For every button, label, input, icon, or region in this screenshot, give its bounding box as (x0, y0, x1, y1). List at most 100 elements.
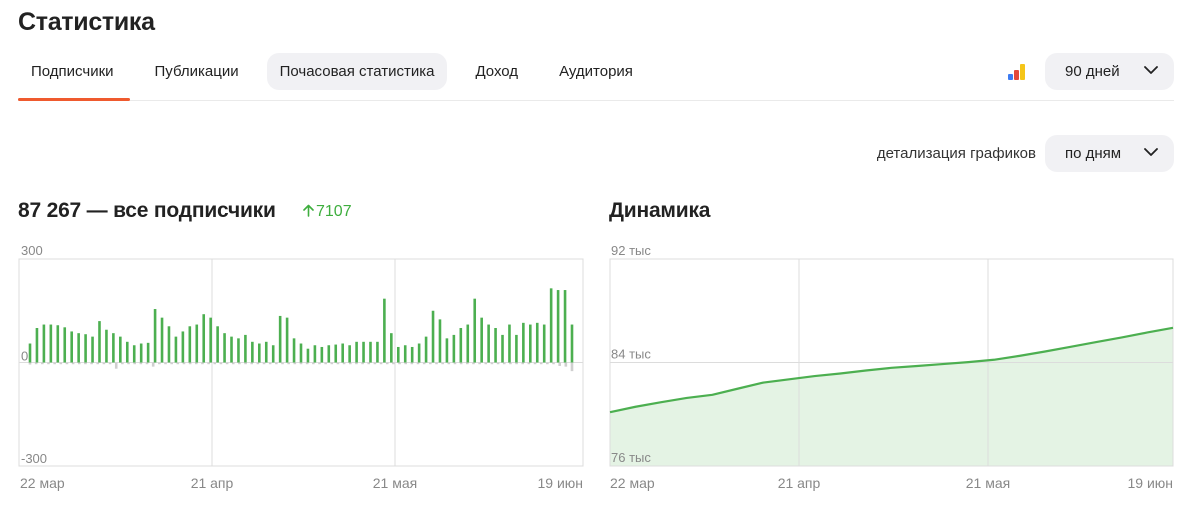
bar-positive (174, 336, 178, 363)
bar-positive (473, 298, 477, 363)
dynamics-area-chart: 92 тыс 84 тыс 76 тыс 22 мар 21 апр 21 мая 19 и… (609, 243, 1174, 491)
bar-negative (90, 362, 93, 365)
bar-negative (515, 362, 518, 365)
tab-income[interactable]: Доход (462, 53, 531, 90)
x-tick-label: 21 мая (966, 475, 1010, 491)
bar-positive (209, 317, 212, 363)
x-tick-label: 22 мар (610, 475, 655, 491)
x-tick-label: 19 июн (537, 475, 583, 491)
bar-negative (466, 362, 469, 365)
x-tick-label: 21 апр (778, 475, 821, 491)
bar-positive (91, 336, 94, 363)
bar-positive (139, 343, 143, 363)
bar-negative (225, 362, 229, 365)
bar-negative (299, 362, 303, 365)
subscribers-title: 87 267 — все подписчики (18, 199, 276, 223)
tab-hourly-stats[interactable]: Почасовая статистика (266, 53, 448, 90)
bar-negative (133, 362, 136, 365)
bar-negative (379, 362, 383, 365)
bar-negative (459, 362, 463, 365)
bar-negative (478, 362, 481, 365)
bar-positive (70, 331, 73, 363)
chevron-down-icon (1144, 66, 1158, 74)
bar-positive (125, 341, 129, 363)
bar-positive (355, 341, 358, 363)
bar-positive (445, 338, 449, 363)
bar-negative (570, 362, 574, 372)
bar-negative (324, 362, 327, 365)
bar-positive (105, 329, 108, 363)
x-tick-label: 19 июн (1127, 475, 1173, 491)
bar-negative (231, 362, 235, 365)
bar-negative (275, 362, 278, 365)
bar-negative (84, 362, 87, 365)
bar-positive (181, 331, 185, 363)
tab-audience[interactable]: Аудитория (546, 53, 646, 90)
bar-chart-icon[interactable] (1008, 64, 1026, 80)
bar-positive (112, 333, 115, 363)
bar-positive (35, 328, 39, 363)
bar-negative (441, 362, 444, 365)
bar-positive (258, 343, 261, 363)
bar-negative (422, 362, 426, 365)
bar-negative (108, 362, 112, 365)
y-tick-label: 84 тыс (611, 347, 651, 362)
bar-positive (438, 319, 442, 363)
bar-negative (28, 362, 32, 365)
bar-positive (431, 310, 435, 363)
bar-negative (96, 362, 100, 365)
bar-positive (167, 326, 171, 363)
bar-negative (336, 362, 340, 365)
bar-negative (484, 362, 488, 365)
bar-negative (490, 362, 494, 365)
bar-positive (383, 298, 386, 363)
bar-positive (28, 343, 32, 363)
bar-negative (367, 362, 371, 365)
bar-positive (320, 346, 324, 363)
bar-negative (533, 362, 537, 365)
bar-negative (77, 362, 81, 365)
bar-positive (264, 341, 268, 363)
bar-negative (207, 362, 210, 365)
bar-negative (281, 362, 284, 365)
bar-positive (376, 341, 379, 363)
bar-negative (268, 362, 272, 365)
bar-positive (292, 338, 296, 363)
bar-negative (65, 362, 69, 365)
detail-select[interactable]: по дням (1045, 135, 1174, 172)
bar-negative (250, 362, 254, 365)
bar-positive (542, 324, 546, 363)
bar-positive (570, 324, 574, 363)
detail-label: детализация графиков (876, 145, 1036, 162)
bar-positive (56, 325, 60, 363)
bar-negative (496, 362, 500, 365)
bar-negative (53, 362, 56, 365)
bar-positive (188, 326, 192, 363)
period-select-value: 90 дней (1065, 63, 1120, 80)
bar-negative (312, 362, 315, 365)
bar-positive (410, 346, 414, 363)
period-select[interactable]: 90 дней (1045, 53, 1174, 90)
x-tick-label: 21 мая (373, 475, 417, 491)
bar-negative (182, 362, 186, 365)
bar-negative (244, 362, 247, 365)
detail-select-value: по дням (1065, 145, 1122, 162)
bar-negative (342, 362, 346, 365)
bar-negative (34, 362, 38, 365)
bar-negative (330, 362, 334, 365)
bar-negative (219, 362, 223, 365)
tab-publications[interactable]: Публикации (142, 53, 252, 90)
bar-positive (529, 324, 532, 363)
bar-negative (127, 362, 130, 365)
bar-negative (558, 362, 561, 366)
bar-positive (556, 290, 560, 363)
bar-positive (119, 336, 122, 363)
bar-negative (429, 362, 432, 365)
bar-negative (71, 362, 75, 365)
bar-negative (552, 362, 555, 365)
subscribers-delta: 7107 (303, 203, 352, 221)
bar-positive (146, 342, 150, 363)
tab-subscribers[interactable]: Подписчики (18, 53, 127, 90)
bar-negative (238, 362, 241, 365)
arrow-up-icon (303, 204, 314, 217)
